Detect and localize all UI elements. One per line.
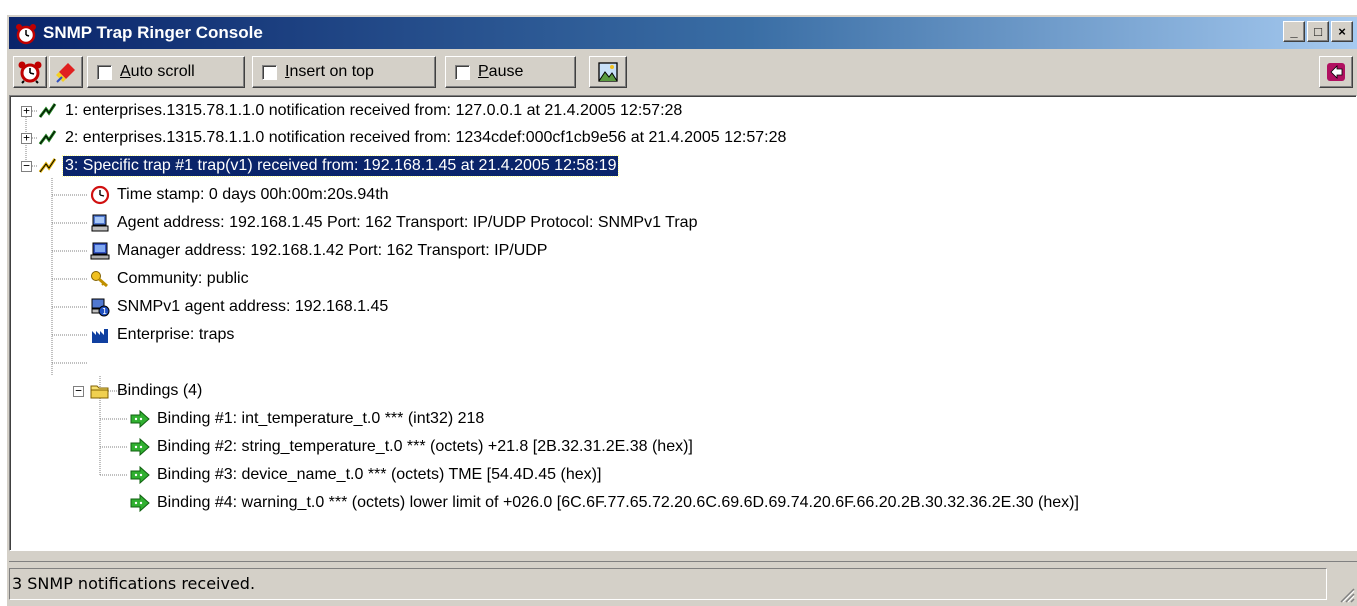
collapse-toggle[interactable]: − <box>73 385 84 397</box>
binding-text: Binding #3: device_name_t.0 *** (octets)… <box>157 466 602 483</box>
insert-on-top-label: Insert on top <box>285 63 374 80</box>
trap-lightning-icon <box>38 158 57 173</box>
detail-text: Manager address: 192.168.1.42 Port: 162 … <box>117 242 548 259</box>
snmp-agent-icon: 1 <box>91 298 110 317</box>
binding-text: Binding #4: warning_t.0 *** (octets) low… <box>157 494 1079 511</box>
manager-computer-icon <box>90 242 110 260</box>
binding-item[interactable]: Binding #2: string_temperature_t.0 *** (… <box>130 435 695 459</box>
title-bar[interactable]: SNMP Trap Ringer Console _ □ × <box>9 17 1357 49</box>
notification-text: 2: enterprises.1315.78.1.1.0 notificatio… <box>65 129 787 146</box>
status-text: 3 SNMP notifications received. <box>9 568 1327 600</box>
toolbar: Auto scroll Insert on top Pause <box>9 51 1357 93</box>
folder-open-icon <box>90 385 109 399</box>
status-bar: 3 SNMP notifications received. <box>9 561 1357 605</box>
binding-arrow-icon <box>130 437 150 457</box>
auto-scroll-label: Auto scroll <box>120 63 195 80</box>
detail-item[interactable]: Enterprise: traps <box>90 323 236 347</box>
insert-on-top-toggle[interactable]: Insert on top <box>252 56 436 88</box>
detail-text: Community: public <box>117 270 249 287</box>
binding-arrow-icon <box>130 465 150 485</box>
resize-grip-icon[interactable] <box>1337 585 1355 603</box>
notification-item[interactable]: 1: enterprises.1315.78.1.1.0 notificatio… <box>38 99 684 123</box>
alarm-button[interactable] <box>13 56 47 88</box>
binding-item[interactable]: Binding #4: warning_t.0 *** (octets) low… <box>130 491 1081 515</box>
enterprise-chart-icon <box>92 329 108 343</box>
clear-button[interactable] <box>49 56 83 88</box>
detail-item[interactable]: 1 SNMPv1 agent address: 192.168.1.45 <box>90 295 390 319</box>
detail-item[interactable]: Time stamp: 0 days 00h:00m:20s.94th <box>90 183 391 207</box>
close-button[interactable]: × <box>1331 21 1353 42</box>
notification-item-selected[interactable]: 3: Specific trap #1 trap(v1) received fr… <box>38 154 620 178</box>
pause-label: Pause <box>478 63 524 80</box>
detail-text: Agent address: 192.168.1.45 Port: 162 Tr… <box>117 214 698 231</box>
notification-item[interactable]: 2: enterprises.1315.78.1.1.0 notificatio… <box>38 126 788 150</box>
binding-arrow-icon <box>130 493 150 513</box>
trap-lightning-icon <box>38 103 57 118</box>
main-window: SNMP Trap Ringer Console _ □ × Auto scro… <box>6 14 1357 606</box>
binding-item[interactable]: Binding #3: device_name_t.0 *** (octets)… <box>130 463 603 487</box>
notification-text: 1: enterprises.1315.78.1.1.0 notificatio… <box>65 102 683 119</box>
window-title: SNMP Trap Ringer Console <box>43 23 263 42</box>
detail-text: Time stamp: 0 days 00h:00m:20s.94th <box>117 186 389 203</box>
alarm-clock-icon <box>18 61 42 84</box>
pause-checkbox[interactable] <box>455 64 470 80</box>
detail-text: Enterprise: traps <box>117 326 235 343</box>
exit-arrow-icon <box>1327 63 1345 81</box>
binding-text: Binding #2: string_temperature_t.0 *** (… <box>157 438 693 455</box>
binding-text: Binding #1: int_temperature_t.0 *** (int… <box>157 410 485 427</box>
expand-toggle[interactable]: + <box>21 105 32 117</box>
eraser-brush-icon <box>56 63 75 83</box>
bindings-folder-label: Bindings (4) <box>117 382 203 399</box>
expand-toggle[interactable]: + <box>21 132 32 144</box>
minimize-button[interactable]: _ <box>1283 21 1305 42</box>
binding-item[interactable]: Binding #1: int_temperature_t.0 *** (int… <box>130 407 486 431</box>
detail-item[interactable]: Agent address: 192.168.1.45 Port: 162 Tr… <box>90 211 699 235</box>
pause-toggle[interactable]: Pause <box>445 56 576 88</box>
image-settings-icon <box>598 62 618 82</box>
auto-scroll-toggle[interactable]: Auto scroll <box>87 56 245 88</box>
collapse-toggle[interactable]: − <box>21 160 32 172</box>
svg-text:1: 1 <box>102 307 107 316</box>
trap-lightning-icon <box>38 130 57 145</box>
detail-item[interactable]: Community: public <box>90 267 251 291</box>
image-settings-button[interactable] <box>589 56 627 88</box>
notification-tree[interactable]: + + − − 1: enterprises.1315.78.1.1.0 not… <box>9 95 1357 551</box>
binding-arrow-icon <box>130 409 150 429</box>
auto-scroll-checkbox[interactable] <box>97 64 112 80</box>
bindings-folder[interactable]: Bindings (4) <box>90 379 204 403</box>
key-icon <box>91 271 108 288</box>
exit-button[interactable] <box>1319 56 1353 88</box>
alarm-clock-icon <box>16 24 36 45</box>
insert-on-top-checkbox[interactable] <box>262 64 277 80</box>
notification-text: 3: Specific trap #1 trap(v1) received fr… <box>61 155 620 177</box>
maximize-button[interactable]: □ <box>1307 21 1329 42</box>
detail-text: SNMPv1 agent address: 192.168.1.45 <box>117 298 389 315</box>
clock-icon <box>90 185 110 205</box>
agent-computer-icon <box>91 214 109 232</box>
detail-item[interactable]: Manager address: 192.168.1.42 Port: 162 … <box>90 239 549 263</box>
